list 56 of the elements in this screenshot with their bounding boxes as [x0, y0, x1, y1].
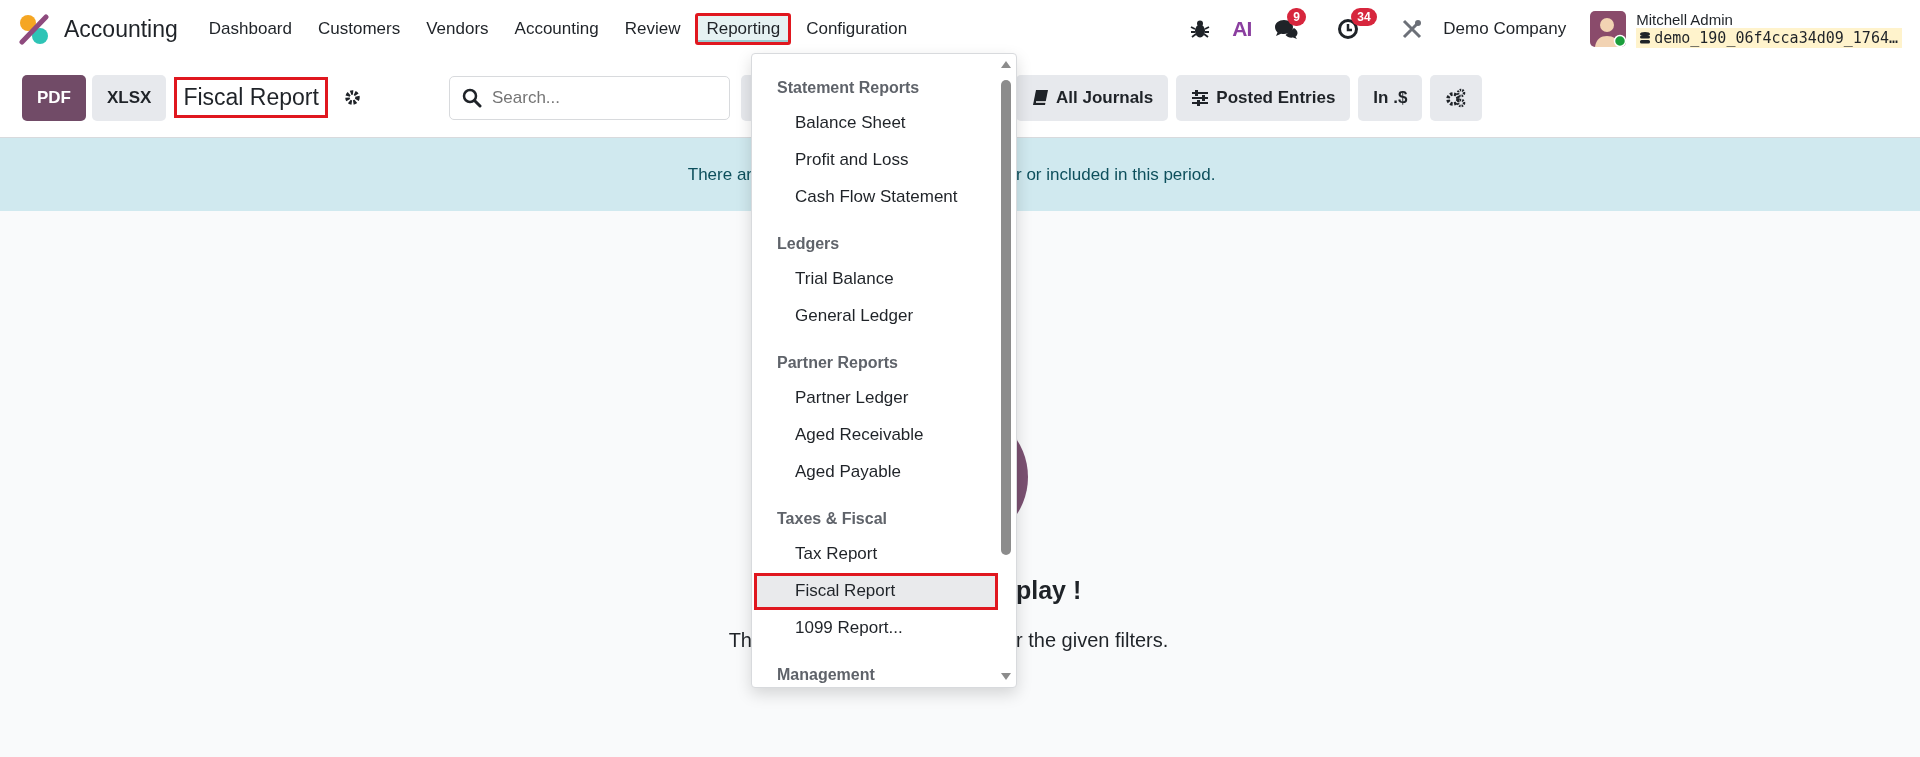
scroll-up-arrow-icon[interactable]	[1000, 60, 1012, 69]
bug-icon[interactable]	[1190, 19, 1211, 39]
nav-menu-item[interactable]: Reporting	[695, 13, 792, 45]
dropdown-menu-item[interactable]: Aged Receivable	[754, 417, 998, 454]
nav-menu-item[interactable]: Customers	[307, 13, 412, 45]
scrollbar-thumb[interactable]	[1001, 80, 1011, 555]
menu-section-header: Partner Reports	[776, 353, 898, 373]
menu-section-header: Ledgers	[776, 234, 840, 254]
dropdown-menu-item[interactable]: Trial Balance	[754, 261, 998, 298]
nav-menu-item[interactable]: Review	[613, 13, 692, 45]
pdf-export-button[interactable]: PDF	[22, 74, 86, 121]
empty-state-text: Th	[728, 629, 752, 652]
ai-logo[interactable]: AI	[1232, 17, 1252, 41]
search-field[interactable]: Search...	[449, 75, 730, 120]
app-name[interactable]: Accounting	[64, 15, 178, 43]
search-icon	[462, 87, 482, 108]
info-banner-text: There ar	[687, 164, 752, 185]
dropdown-menu-item[interactable]: Partner Ledger	[754, 380, 998, 417]
dropdown-menu-item[interactable]: Tax Report	[754, 536, 998, 573]
menu-section-header: Management	[776, 665, 875, 685]
book-icon	[1031, 88, 1049, 107]
xlsx-export-button[interactable]: XLSX	[92, 74, 167, 121]
dropdown-menu-item[interactable]: 1099 Report...	[754, 610, 998, 647]
database-name: demo_190_06f4cca34d09_1764…	[1654, 28, 1898, 47]
dropdown-menu-item[interactable]: Cash Flow Statement	[754, 179, 998, 216]
app-logo-icon[interactable]	[18, 13, 50, 45]
nav-menu-item[interactable]: Accounting	[503, 13, 610, 45]
nav-menu-item[interactable]: Configuration	[795, 13, 919, 45]
dropdown-menu-item[interactable]: General Ledger	[754, 298, 998, 335]
tools-icon[interactable]	[1401, 18, 1424, 40]
menu-section-header: Taxes & Fiscal	[776, 509, 887, 529]
database-icon	[1640, 31, 1651, 44]
user-name[interactable]: Mitchell Admin	[1636, 10, 1902, 28]
options-button[interactable]	[1430, 74, 1483, 121]
currency-button[interactable]: In .$	[1358, 74, 1423, 121]
settings-icon[interactable]	[343, 89, 361, 106]
nav-menu-item[interactable]: Vendors	[415, 13, 500, 45]
activity-count-badge: 34	[1351, 8, 1377, 26]
report-title: Fiscal Report	[174, 77, 328, 118]
filter-button[interactable]: Posted Entries	[1176, 74, 1351, 121]
sliders-icon	[1191, 89, 1210, 106]
menu-section-header: Statement Reports	[776, 78, 920, 98]
dropdown-menu-item[interactable]: Aged Payable	[754, 454, 998, 491]
company-switcher[interactable]: Demo Company	[1443, 19, 1567, 39]
nav-menu-item[interactable]: Dashboard	[197, 13, 303, 45]
dropdown-menu-item[interactable]: Balance Sheet	[754, 105, 998, 142]
info-banner-text: r or included in this period.	[1016, 164, 1216, 185]
avatar-icon[interactable]	[1590, 11, 1627, 47]
dropdown-menu-item[interactable]: Fiscal Report	[754, 573, 998, 610]
dropdown-menu-item[interactable]: Profit and Loss	[754, 142, 998, 179]
filter-button[interactable]: All Journals	[1016, 74, 1169, 121]
empty-state-title: play !	[1016, 576, 1082, 605]
scroll-down-arrow-icon[interactable]	[1000, 672, 1012, 681]
gears-icon	[1445, 87, 1468, 108]
empty-state-text: r the given filters.	[1016, 629, 1169, 652]
message-count-badge: 9	[1287, 8, 1306, 26]
